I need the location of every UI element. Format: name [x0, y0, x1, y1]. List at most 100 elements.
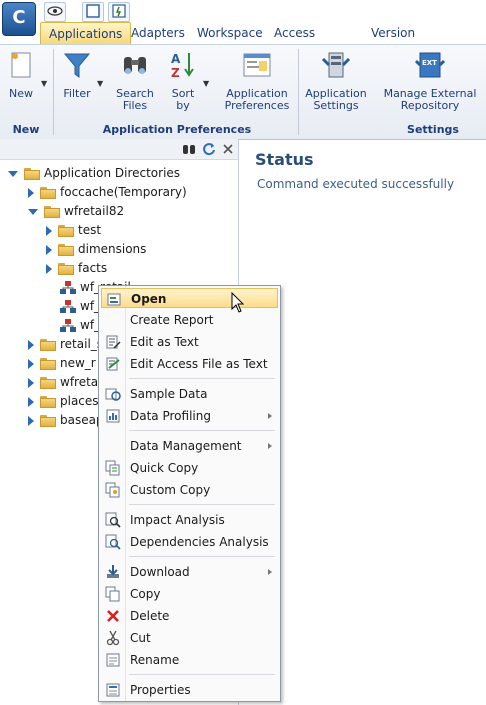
manage-external-repository-button[interactable]: EXT Manage External Repository [378, 49, 482, 112]
collapsed-arrow-icon[interactable] [46, 244, 52, 255]
menu-item-properties[interactable]: Properties [101, 680, 278, 700]
filter-icon [63, 53, 91, 78]
tab-workspace[interactable]: Workspace [197, 22, 263, 44]
refresh-icon[interactable] [202, 142, 216, 156]
menu-item-label: Cut [130, 631, 151, 645]
tree-item-label: Application Directories [44, 166, 181, 180]
tab-adapters[interactable]: Adapters [131, 22, 185, 44]
menu-item-create-report[interactable]: Create Report [101, 310, 278, 330]
new-dropdown-icon[interactable]: ▼ [41, 79, 47, 88]
menu-item-label: Open [131, 292, 167, 306]
mouse-cursor-icon [231, 292, 245, 313]
tree-item-label: foccache(Temporary) [60, 185, 187, 199]
tree-root[interactable]: Application Directories [8, 164, 180, 183]
group-label-settings: Settings [407, 123, 459, 136]
dependencies-analysis-icon [105, 534, 121, 550]
collapsed-arrow-icon[interactable] [28, 339, 34, 350]
collapsed-arrow-icon[interactable] [28, 377, 34, 388]
power-icon[interactable] [108, 2, 130, 22]
window-icon[interactable] [82, 2, 104, 22]
collapsed-arrow-icon[interactable] [28, 415, 34, 426]
tree-item-wf-2[interactable]: wf_ [60, 297, 100, 316]
impact-analysis-icon [105, 512, 121, 528]
tree-item-places[interactable]: places [28, 392, 99, 411]
menu-item-download[interactable]: Download [101, 562, 278, 582]
tree-item-dimensions[interactable]: dimensions [46, 240, 146, 259]
expanded-arrow-icon[interactable] [8, 170, 18, 177]
menu-item-delete[interactable]: Delete [101, 606, 278, 626]
menu-item-cut[interactable]: Cut [101, 628, 278, 648]
menu-item-open[interactable]: Open [101, 288, 278, 308]
tree-item-label: test [78, 223, 102, 237]
menu-separator [129, 674, 275, 675]
tree-item-label: wfretail82 [64, 204, 125, 218]
tree-item-label: places [60, 394, 99, 408]
menu-item-dependencies-analysis[interactable]: Dependencies Analysis [101, 532, 278, 552]
tree-item-wf-3[interactable]: wf_ [60, 316, 100, 335]
sort-dropdown-icon[interactable]: ▼ [203, 79, 209, 88]
menu-item-edit-as-text[interactable]: Edit as Text [101, 332, 278, 352]
status-message: Command executed successfully [257, 177, 455, 191]
binoculars-icon [124, 57, 146, 74]
tree-item-new-r[interactable]: new_r [28, 354, 96, 373]
app-logo[interactable]: C [2, 2, 36, 36]
tree-item-test[interactable]: test [46, 221, 101, 240]
menu-item-custom-copy[interactable]: Custom Copy [101, 480, 278, 500]
menu-item-copy[interactable]: Copy [101, 584, 278, 604]
new-button[interactable]: New [2, 49, 40, 100]
collapsed-arrow-icon[interactable] [28, 358, 34, 369]
menu-item-label: Copy [130, 587, 161, 601]
folder-icon [58, 224, 74, 237]
tree-toolbar [0, 139, 238, 160]
folder-icon [40, 357, 56, 370]
application-preferences-button[interactable]: Application Preferences [222, 49, 292, 112]
download-icon [107, 565, 119, 578]
menu-item-label: Properties [130, 683, 191, 697]
close-icon[interactable] [222, 143, 234, 155]
tree-item-wfreta[interactable]: wfreta [28, 373, 98, 392]
tab-applications[interactable]: Applications [40, 22, 132, 45]
menu-item-sample-data[interactable]: Sample Data [101, 384, 278, 404]
collapsed-arrow-icon[interactable] [28, 187, 34, 198]
menu-item-impact-analysis[interactable]: Impact Analysis [101, 510, 278, 530]
menu-item-label: Data Profiling [130, 409, 211, 423]
tree-item-baseap[interactable]: baseap [28, 411, 104, 430]
menu-item-edit-access-file[interactable]: Edit Access File as Text [101, 354, 278, 374]
tab-access-control[interactable]: Access Control [274, 22, 317, 62]
tree-item-facts[interactable]: facts [46, 259, 107, 278]
tree-item-wfretail82[interactable]: wfretail82 [28, 202, 124, 221]
ribbon-separator [298, 49, 299, 135]
search-files-button[interactable]: Search Files [114, 49, 156, 112]
menu-separator [129, 378, 275, 379]
collapsed-arrow-icon[interactable] [46, 263, 52, 274]
group-label-application-preferences: Application Preferences [102, 123, 252, 136]
folder-open-icon [24, 167, 40, 180]
menu-item-label: Sample Data [130, 387, 208, 401]
collapsed-arrow-icon[interactable] [28, 396, 34, 407]
binoculars-icon[interactable] [182, 142, 196, 156]
preferences-icon [243, 53, 271, 77]
status-title: Status [255, 150, 314, 169]
menu-item-quick-copy[interactable]: Quick Copy [101, 458, 278, 478]
tab-version[interactable]: Version [371, 22, 415, 44]
view-icon[interactable] [44, 2, 66, 22]
folder-icon [40, 414, 56, 427]
menu-item-label: Custom Copy [130, 483, 211, 497]
menu-item-data-management[interactable]: Data Management [101, 436, 278, 456]
collapsed-arrow-icon[interactable] [46, 225, 52, 236]
tree-item-retail[interactable]: retail_s [28, 335, 103, 354]
expanded-arrow-icon[interactable] [28, 208, 38, 215]
filter-dropdown-icon[interactable]: ▼ [97, 79, 103, 88]
group-label-new: New [12, 123, 40, 136]
filter-button[interactable]: Filter [58, 49, 96, 100]
master-file-icon [60, 318, 76, 332]
sort-by-button[interactable]: AZ Sort by [165, 49, 201, 112]
menu-item-rename[interactable]: Rename [101, 650, 278, 670]
menu-item-label: Impact Analysis [130, 513, 225, 527]
application-settings-button[interactable]: Application Settings [300, 49, 372, 112]
top-bar: C Applications Adapters Workspace Access… [0, 0, 486, 62]
submenu-arrow-icon [268, 443, 272, 449]
menu-item-data-profiling[interactable]: Data Profiling [101, 406, 278, 426]
svg-text:Z: Z [171, 66, 180, 80]
tree-item-foccache[interactable]: foccache(Temporary) [28, 183, 187, 202]
